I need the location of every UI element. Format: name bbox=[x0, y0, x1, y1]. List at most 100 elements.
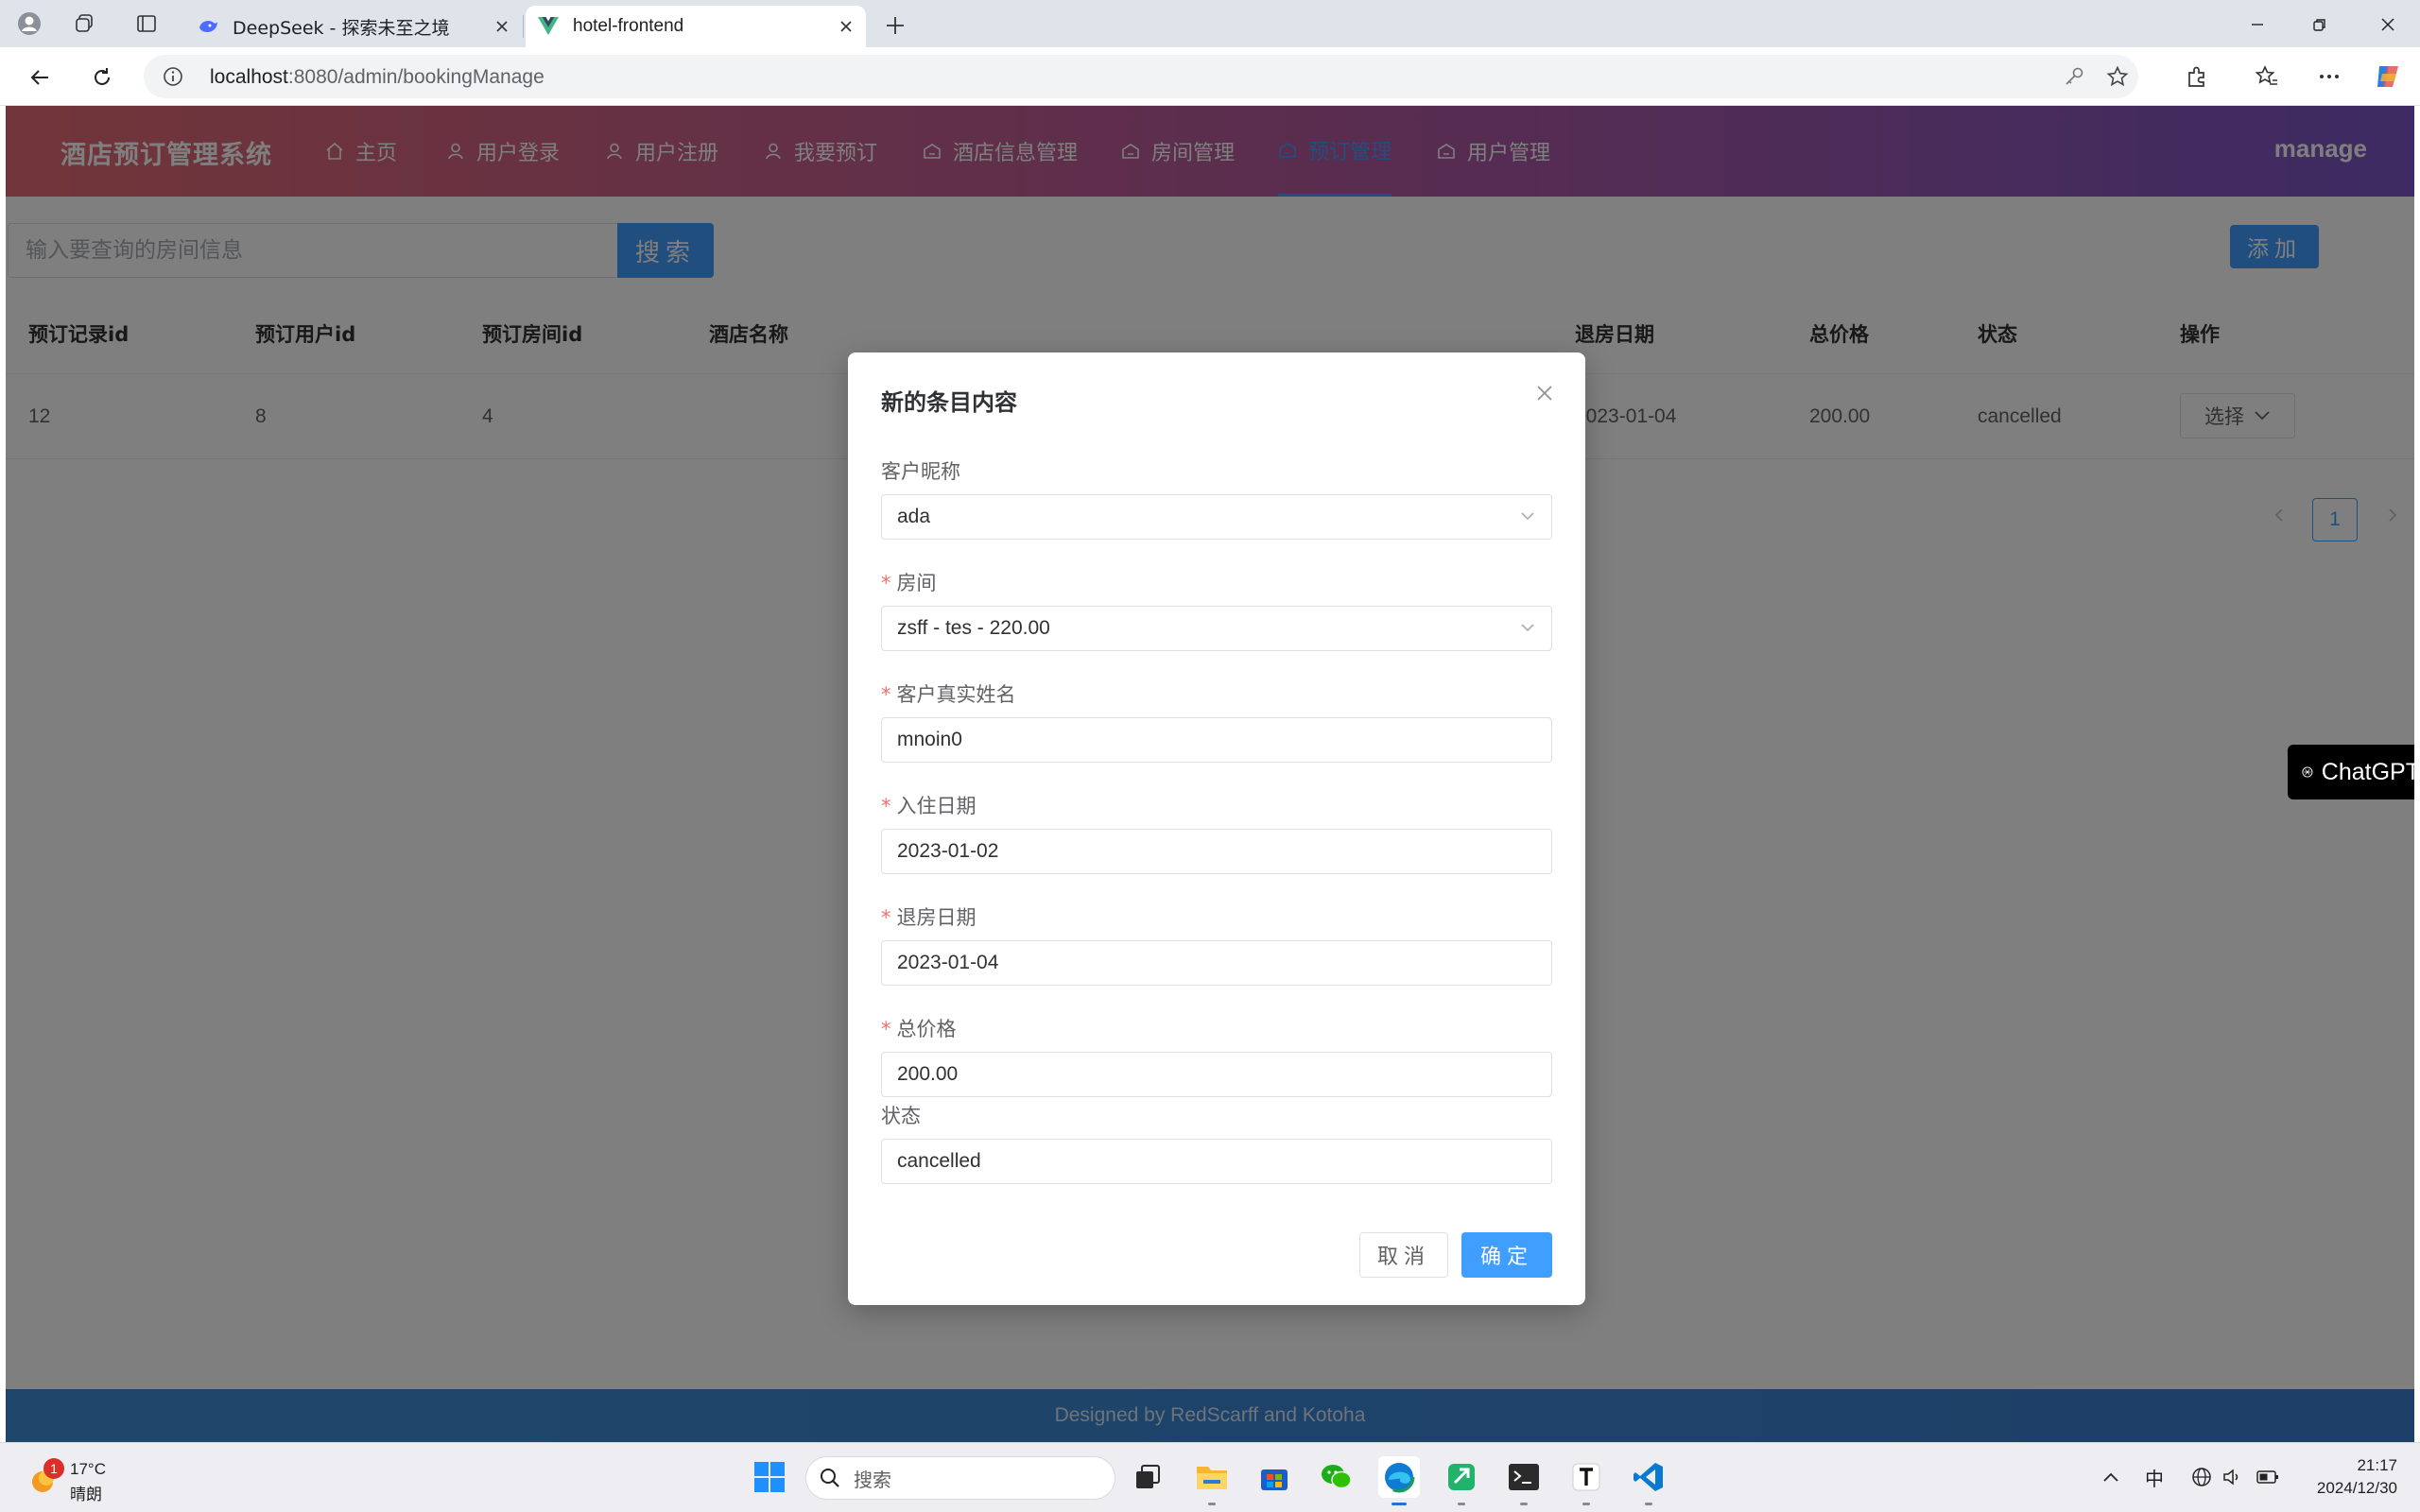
checkout-date-input[interactable]: 2023-01-04 bbox=[881, 940, 1552, 986]
field-label-real-name: * 客户真实姓名 bbox=[881, 679, 1016, 708]
ime-indicator[interactable]: 中 bbox=[2140, 1462, 2169, 1492]
address-bar[interactable]: localhost:8080/admin/bookingManage bbox=[144, 55, 2138, 98]
checkin-date-input[interactable]: 2023-01-02 bbox=[881, 829, 1552, 874]
clock-date: 2024/12/30 bbox=[2316, 1479, 2397, 1497]
search-icon bbox=[821, 1469, 839, 1487]
minimize-icon[interactable] bbox=[2229, 6, 2286, 43]
browser-toolbar: localhost:8080/admin/bookingManage bbox=[0, 47, 2420, 106]
required-mark: * bbox=[881, 906, 891, 929]
tab-actions-icon[interactable] bbox=[132, 9, 161, 38]
app-icon-green[interactable] bbox=[1441, 1456, 1482, 1505]
close-window-icon[interactable] bbox=[2360, 6, 2416, 43]
search-placeholder: 搜索 bbox=[854, 1468, 891, 1491]
task-view-icon[interactable] bbox=[1127, 1456, 1168, 1498]
typora-icon[interactable] bbox=[1565, 1456, 1607, 1505]
label-text: 客户昵称 bbox=[881, 460, 960, 483]
browser-tab-bar: DeepSeek - 探索未至之境 hotel-frontend bbox=[0, 0, 2420, 47]
field-label-checkin: * 入住日期 bbox=[881, 791, 977, 819]
label-text: 状态 bbox=[881, 1105, 921, 1127]
battery-icon[interactable] bbox=[2254, 1462, 2282, 1492]
required-mark: * bbox=[881, 683, 891, 706]
label-text: 客户真实姓名 bbox=[896, 683, 1016, 706]
room-select[interactable]: zsff - tes - 220.00 bbox=[881, 606, 1552, 651]
key-icon[interactable] bbox=[2063, 65, 2085, 88]
running-indicator bbox=[1458, 1503, 1465, 1505]
chatgpt-icon bbox=[2302, 766, 2313, 778]
running-indicator bbox=[1645, 1503, 1652, 1505]
real-name-input[interactable]: mnoin0 bbox=[881, 717, 1552, 763]
temperature: 17°C bbox=[70, 1460, 106, 1478]
restore-icon[interactable] bbox=[2291, 6, 2348, 43]
cancel-button[interactable]: 取消 bbox=[1359, 1232, 1448, 1278]
confirm-button[interactable]: 确定 bbox=[1461, 1232, 1552, 1278]
store-icon[interactable] bbox=[1253, 1456, 1295, 1498]
favorites-icon[interactable] bbox=[2252, 61, 2282, 92]
field-label-total-price: * 总价格 bbox=[881, 1014, 957, 1042]
workspaces-icon[interactable] bbox=[70, 9, 98, 38]
running-indicator bbox=[1208, 1503, 1216, 1505]
weather-badge: 1 bbox=[43, 1458, 64, 1479]
web-page: 酒店预订管理系统 主页 用户登录 用户注册 我要预订 酒店信息管理 房间管理 预… bbox=[6, 106, 2414, 1442]
close-icon[interactable] bbox=[1530, 379, 1559, 407]
extensions-icon[interactable] bbox=[2182, 61, 2212, 92]
network-globe-icon[interactable] bbox=[2187, 1462, 2216, 1492]
tab-title: DeepSeek - 探索未至之境 bbox=[233, 17, 450, 39]
favorite-star-icon[interactable] bbox=[2106, 65, 2129, 88]
tab-hotel-frontend[interactable]: hotel-frontend bbox=[526, 6, 866, 47]
chevron-down-icon bbox=[1521, 512, 1534, 521]
nickname-select[interactable]: ada bbox=[881, 494, 1552, 540]
tab-title: hotel-frontend bbox=[573, 16, 684, 36]
required-mark: * bbox=[881, 1018, 891, 1040]
field-label-status: 状态 bbox=[881, 1101, 921, 1129]
profile-icon[interactable] bbox=[15, 9, 43, 38]
label-text: 总价格 bbox=[896, 1018, 957, 1040]
file-explorer-icon[interactable] bbox=[1191, 1456, 1233, 1505]
vue-icon bbox=[537, 15, 560, 38]
select-value: ada bbox=[897, 506, 931, 527]
active-indicator bbox=[1392, 1503, 1407, 1505]
label-text: 退房日期 bbox=[896, 906, 977, 929]
volume-icon[interactable] bbox=[2218, 1462, 2246, 1492]
taskbar-search[interactable]: 搜索 bbox=[805, 1456, 1115, 1500]
required-mark: * bbox=[881, 572, 891, 594]
url-text: localhost:8080/admin/bookingManage bbox=[210, 66, 544, 88]
chatgpt-label: ChatGPT bbox=[2321, 758, 2414, 785]
reload-icon[interactable] bbox=[85, 60, 119, 94]
taskbar: 1 17°C 晴朗 搜索 中 21:17 2024/12/30 bbox=[0, 1442, 2420, 1512]
wechat-icon[interactable] bbox=[1316, 1456, 1357, 1498]
field-label-nickname: 客户昵称 bbox=[881, 456, 960, 485]
tray-chevron-up-icon[interactable] bbox=[2097, 1462, 2125, 1492]
close-tab-icon[interactable] bbox=[488, 12, 516, 41]
terminal-icon[interactable] bbox=[1503, 1456, 1545, 1505]
field-label-checkout: * 退房日期 bbox=[881, 902, 977, 931]
vscode-icon[interactable] bbox=[1628, 1456, 1669, 1505]
total-price-input[interactable]: 200.00 bbox=[881, 1052, 1552, 1097]
back-icon[interactable] bbox=[23, 60, 57, 94]
required-mark: * bbox=[881, 795, 891, 817]
select-value: zsff - tes - 220.00 bbox=[897, 617, 1050, 639]
chatgpt-sidebar-tab[interactable]: ChatGPT bbox=[2288, 745, 2414, 799]
site-info-icon[interactable] bbox=[163, 66, 183, 87]
running-indicator bbox=[1582, 1503, 1590, 1505]
close-tab-icon[interactable] bbox=[832, 12, 860, 41]
label-text: 房间 bbox=[896, 572, 937, 594]
field-label-room: * 房间 bbox=[881, 568, 937, 596]
status-input[interactable]: cancelled bbox=[881, 1139, 1552, 1184]
system-clock[interactable]: 21:17 2024/12/30 bbox=[2303, 1454, 2397, 1500]
weather-widget[interactable]: 1 17°C 晴朗 bbox=[23, 1452, 174, 1504]
clock-time: 21:17 bbox=[2357, 1456, 2397, 1474]
chevron-down-icon bbox=[1521, 624, 1534, 632]
label-text: 入住日期 bbox=[896, 795, 977, 817]
new-tab-icon[interactable] bbox=[879, 9, 911, 42]
tab-separator bbox=[523, 15, 524, 38]
running-indicator bbox=[1520, 1503, 1528, 1505]
more-icon[interactable] bbox=[2314, 61, 2344, 92]
copilot-icon[interactable] bbox=[2373, 61, 2403, 92]
weather-condition: 晴朗 bbox=[70, 1486, 102, 1504]
tab-deepseek[interactable]: DeepSeek - 探索未至之境 bbox=[185, 6, 522, 47]
start-icon[interactable] bbox=[749, 1456, 790, 1498]
edge-icon[interactable] bbox=[1378, 1456, 1420, 1505]
dialog-title: 新的条目内容 bbox=[881, 389, 1017, 416]
deepseek-icon bbox=[197, 15, 219, 38]
new-entry-dialog: 新的条目内容 客户昵称 ada * 房间 zsff - tes - 220.00 … bbox=[848, 352, 1585, 1305]
